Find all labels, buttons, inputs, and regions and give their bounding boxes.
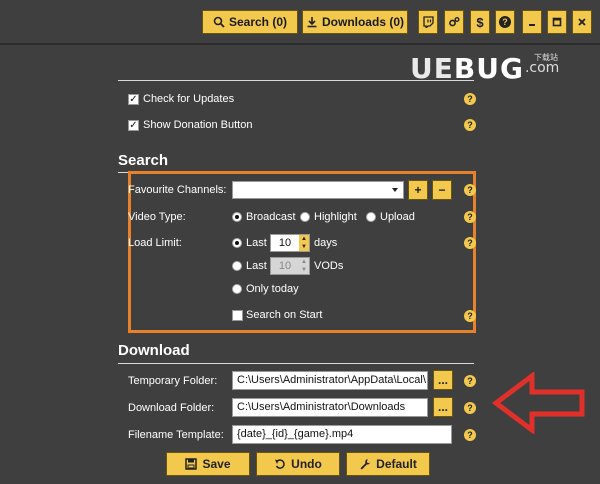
help-icon[interactable]: ?: [464, 429, 476, 441]
stepper-arrows-icon[interactable]: ▲ ▼: [299, 258, 309, 274]
last-days-radio[interactable]: [232, 238, 242, 248]
minus-icon: −: [438, 183, 446, 197]
last-vods-label: Last: [246, 260, 267, 272]
add-channel-button[interactable]: +: [408, 180, 428, 200]
highlight-label: Highlight: [314, 211, 357, 223]
minimize-button[interactable]: [522, 10, 542, 34]
video-type-label: Video Type:: [128, 211, 186, 223]
download-folder-label: Download Folder:: [128, 402, 215, 414]
only-today-radio[interactable]: [232, 284, 242, 294]
download-folder-input[interactable]: C:\Users\Administrator\Downloads: [232, 398, 428, 417]
maximize-button[interactable]: [547, 10, 567, 34]
toolbar-divider: [0, 43, 600, 45]
default-button[interactable]: Default: [346, 452, 430, 476]
downloads-button-label: Downloads (0): [321, 15, 404, 29]
maximize-icon: [552, 17, 562, 27]
filename-template-input[interactable]: {date}_{id}_{game}.mp4: [232, 425, 452, 444]
stepper-arrows-icon[interactable]: ▲ ▼: [299, 235, 309, 251]
undo-icon: [275, 459, 285, 469]
minimize-icon: [529, 24, 535, 26]
undo-button[interactable]: Undo: [256, 452, 340, 476]
plus-icon: +: [414, 183, 422, 197]
search-icon: [213, 16, 225, 28]
days-value: 10: [278, 237, 292, 249]
twitch-button[interactable]: [418, 10, 438, 34]
upload-radio[interactable]: [366, 212, 376, 222]
help-icon[interactable]: ?: [464, 119, 476, 131]
section-divider-top: [118, 80, 474, 81]
search-section-title: Search: [118, 152, 169, 169]
help-icon[interactable]: ?: [464, 211, 476, 223]
only-today-label: Only today: [246, 283, 299, 295]
gears-icon: [449, 17, 460, 27]
save-button-label: Save: [202, 457, 231, 471]
help-icon[interactable]: ?: [464, 93, 476, 105]
donate-button[interactable]: $: [470, 10, 490, 34]
search-on-start-label: Search on Start: [246, 309, 323, 321]
help-icon[interactable]: ?: [464, 184, 476, 196]
help-icon[interactable]: ?: [464, 310, 476, 322]
broadcast-radio[interactable]: [232, 212, 242, 222]
donation-label: Show Donation Button: [143, 119, 253, 131]
vods-stepper[interactable]: 10 ▲ ▼: [270, 257, 310, 275]
twitch-icon: [423, 16, 434, 28]
favourite-channels-label: Favourite Channels:: [128, 184, 227, 196]
settings-button[interactable]: [444, 10, 464, 34]
temp-folder-input[interactable]: C:\Users\Administrator\AppData\Local\: [232, 371, 428, 390]
dollar-icon: $: [476, 14, 484, 30]
check-updates-checkbox[interactable]: ✓: [128, 94, 139, 105]
days-stepper[interactable]: 10 ▲ ▼: [270, 234, 310, 252]
close-button[interactable]: [572, 10, 592, 34]
wrench-icon: [360, 459, 371, 470]
help-icon[interactable]: ?: [464, 375, 476, 387]
temp-folder-label: Temporary Folder:: [128, 375, 218, 387]
browse-temp-button[interactable]: ...: [433, 370, 453, 390]
save-icon: [185, 458, 198, 470]
last-days-label: Last: [246, 237, 267, 249]
highlight-radio[interactable]: [300, 212, 310, 222]
load-limit-label: Load Limit:: [128, 237, 182, 249]
undo-button-label: Undo: [291, 457, 322, 471]
search-on-start-checkbox[interactable]: [232, 310, 243, 321]
last-vods-radio[interactable]: [232, 261, 242, 271]
vods-unit-label: VODs: [314, 260, 344, 272]
help-icon[interactable]: ?: [464, 402, 476, 414]
browse-download-button[interactable]: ...: [433, 397, 453, 417]
remove-channel-button[interactable]: −: [432, 180, 452, 200]
upload-label: Upload: [380, 211, 415, 223]
favourite-channels-dropdown[interactable]: [232, 181, 404, 199]
days-unit-label: days: [314, 237, 338, 249]
help-icon[interactable]: ?: [464, 237, 476, 249]
save-button[interactable]: Save: [166, 452, 250, 476]
search-button-label: Search (0): [228, 15, 288, 29]
donation-checkbox[interactable]: ✓: [128, 120, 139, 131]
close-icon: [578, 18, 586, 26]
download-section-divider: [118, 363, 474, 364]
downloads-button[interactable]: Downloads (0): [302, 10, 408, 34]
filename-template-label: Filename Template:: [128, 429, 224, 441]
vods-value: 10: [278, 260, 292, 272]
chevron-down-icon: [392, 188, 398, 192]
check-updates-label: Check for Updates: [143, 93, 235, 105]
download-icon: [307, 17, 317, 28]
arrow-annotation-icon: [492, 372, 585, 434]
help-button[interactable]: ?: [495, 10, 515, 34]
search-button[interactable]: Search (0): [202, 10, 298, 34]
broadcast-label: Broadcast: [246, 211, 296, 223]
question-icon: ?: [499, 16, 511, 28]
download-section-title: Download: [118, 342, 190, 359]
default-button-label: Default: [376, 457, 417, 471]
